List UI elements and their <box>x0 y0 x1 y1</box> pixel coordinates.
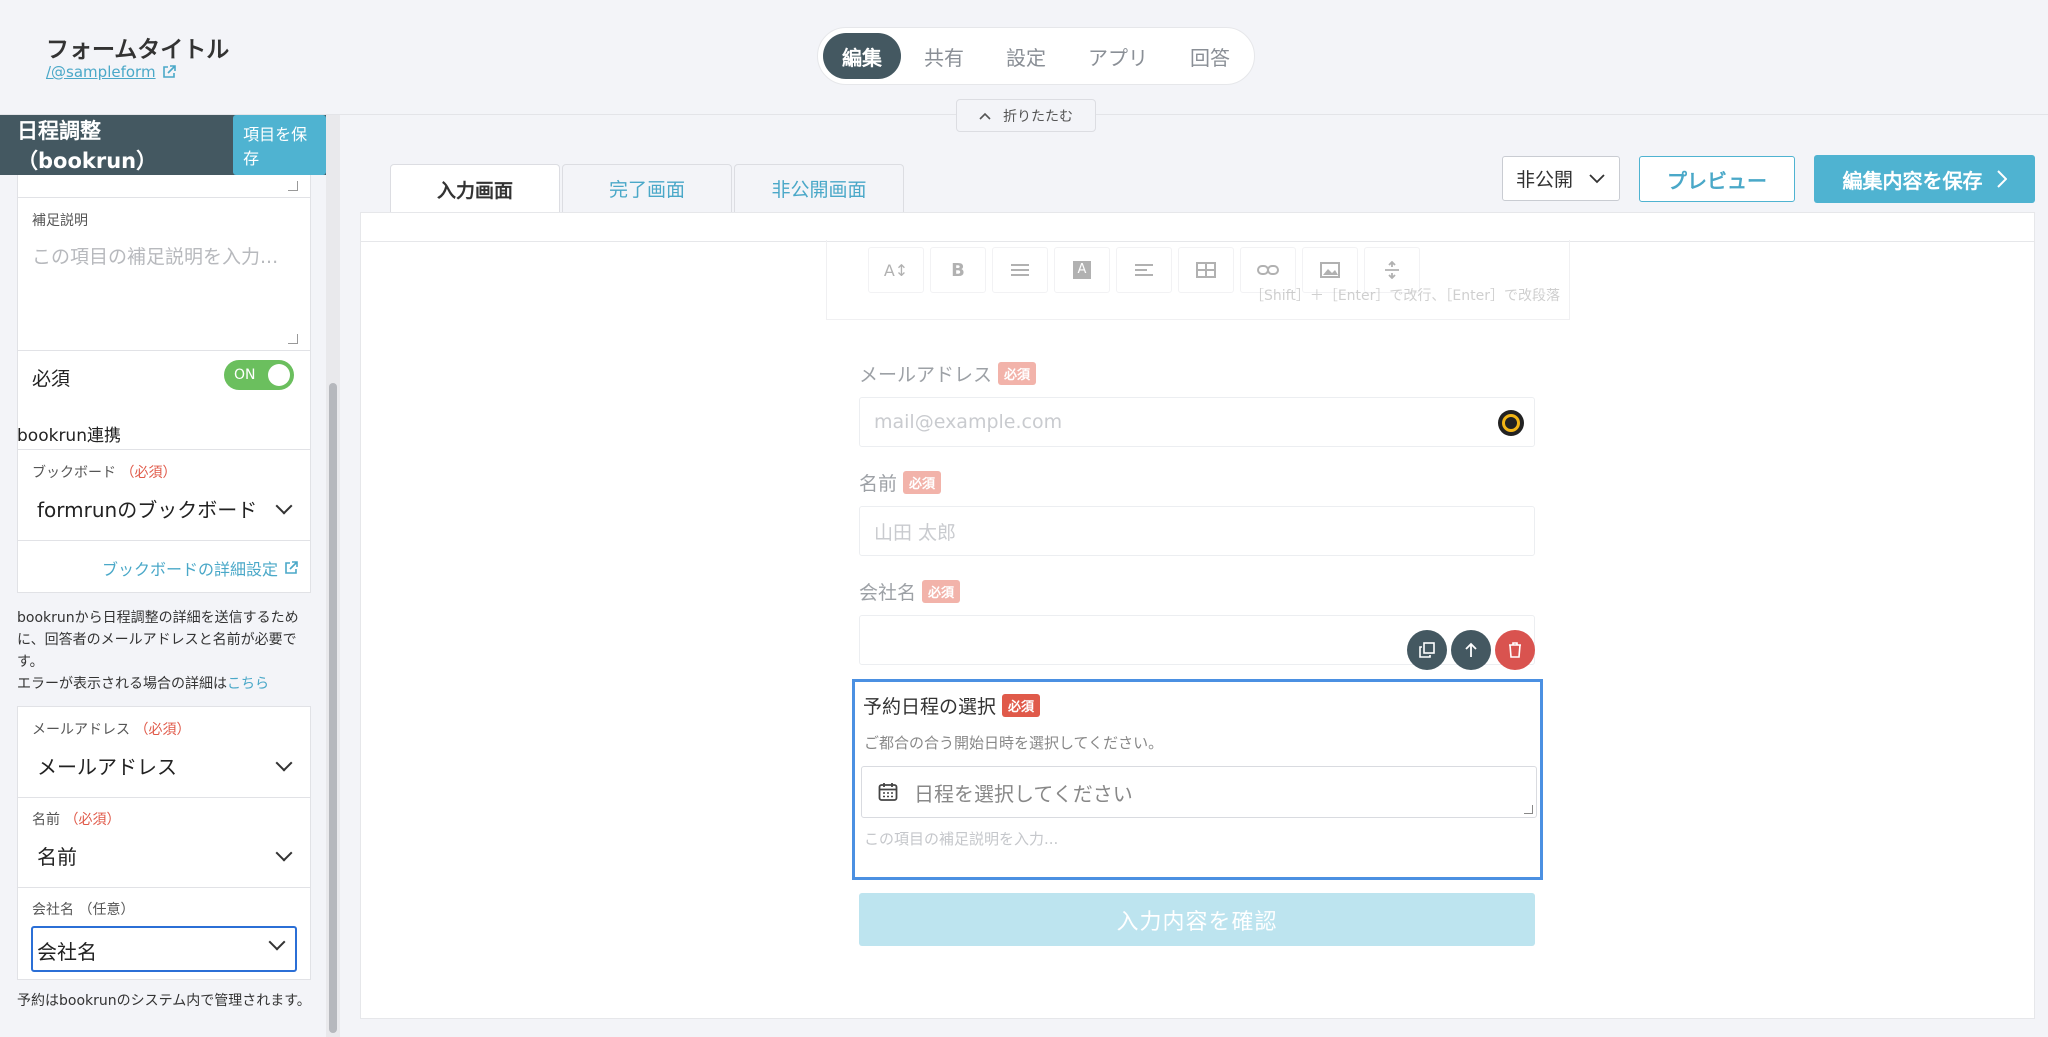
sidebar-header: 日程調整（bookrun） 項目を保存 <box>0 115 326 175</box>
bookrun-info-text: bookrunから日程調整の詳細を送信するために、回答者のメールアドレスと名前が… <box>17 610 299 670</box>
copy-icon <box>1419 642 1435 658</box>
bookboard-value: formrunのブックボード <box>37 498 258 522</box>
email-field: メールアドレス 必須 mail@example.com <box>859 360 1535 447</box>
sidebar-footer-text: 予約はbookrunのシステム内で管理されます。 <box>17 993 311 1009</box>
bookrun-section-title: bookrun連携 <box>17 426 121 446</box>
table-icon[interactable] <box>1178 247 1234 293</box>
chevron-down-icon <box>1589 173 1605 183</box>
mapping-email-label: メールアドレス （必須） <box>32 722 191 738</box>
screen-tabs: 入力画面 完了画面 非公開画面 <box>390 164 904 214</box>
field-settings-sidebar: 補足説明 この項目の補足説明を入力... 必須 ON bookrun連携 ブック… <box>0 115 340 1037</box>
mapping-name-label: 名前 （必須） <box>32 812 121 828</box>
nav-tab-apps[interactable]: アプリ <box>1069 33 1167 79</box>
tab-input-screen[interactable]: 入力画面 <box>390 164 560 214</box>
required-toggle[interactable]: ON <box>224 360 294 390</box>
form-url-link[interactable]: /@sampleform <box>46 63 176 81</box>
tab-private-screen[interactable]: 非公開画面 <box>734 164 904 212</box>
sidebar-scrollbar[interactable] <box>326 115 340 1037</box>
nav-tab-edit[interactable]: 編集 <box>823 33 901 79</box>
text-size-icon[interactable]: A↕ <box>868 247 924 293</box>
password-manager-icon[interactable] <box>1498 410 1524 436</box>
date-picker-input[interactable]: 日程を選択してください <box>861 766 1537 818</box>
name-field: 名前 必須 山田 太郎 <box>859 469 1535 556</box>
collapse-button[interactable]: 折りたたむ <box>956 99 1096 132</box>
schedule-field-hint[interactable]: この項目の補足説明を入力... <box>864 828 1058 849</box>
text-color-icon[interactable]: A <box>1054 247 1110 293</box>
arrow-up-icon <box>1465 642 1477 657</box>
external-link-icon <box>285 561 298 574</box>
bookboard-card: ブックボード （必須） formrunのブックボード ブックボードの詳細設定 <box>17 449 311 593</box>
supplement-textarea[interactable]: この項目の補足説明を入力... <box>32 242 278 269</box>
chevron-down-icon <box>275 844 293 861</box>
supplement-label: 補足説明 <box>32 213 88 229</box>
form-title: フォームタイトル <box>46 37 230 63</box>
schedule-field-description: ご都合の合う開始日時を選択してください。 <box>864 734 1164 752</box>
align-icon[interactable] <box>1116 247 1172 293</box>
trash-icon <box>1509 642 1521 658</box>
move-up-button[interactable] <box>1451 630 1491 670</box>
chevron-down-icon <box>275 754 293 771</box>
required-badge: 必須 <box>922 580 961 603</box>
save-edits-button[interactable]: 編集内容を保存 <box>1814 155 2035 203</box>
chevron-up-icon <box>979 112 991 120</box>
form-url-text[interactable]: /@sampleform <box>46 63 156 81</box>
external-link-icon <box>162 65 176 78</box>
collapse-label[interactable]: 折りたたむ <box>1003 106 1073 126</box>
toggle-state: ON <box>234 367 256 383</box>
sidebar-title: 日程調整（bookrun） <box>17 119 158 173</box>
error-help-text: エラーが表示される場合の詳細はこちら <box>17 676 269 692</box>
calendar-icon <box>878 783 898 801</box>
resize-handle-icon <box>1524 805 1533 814</box>
schedule-field[interactable]: 予約日程の選択 必須 ご都合の合う開始日時を選択してください。 日程を選択してくだ… <box>852 679 1543 880</box>
nav-tab-responses[interactable]: 回答 <box>1171 33 1249 79</box>
chevron-down-icon <box>268 933 286 951</box>
field-mapping-card: メールアドレス （必須） メールアドレス 名前 （必須） 名前 会社名 （任意）… <box>17 706 311 980</box>
email-input[interactable]: mail@example.com <box>859 397 1535 447</box>
resize-handle-icon <box>288 334 298 344</box>
chevron-down-icon <box>275 497 293 514</box>
nav-tab-share[interactable]: 共有 <box>905 33 983 79</box>
mapping-email-select[interactable]: メールアドレス <box>37 751 296 780</box>
name-input[interactable]: 山田 太郎 <box>859 506 1535 556</box>
delete-button[interactable] <box>1495 630 1535 670</box>
confirm-button[interactable]: 入力内容を確認 <box>859 893 1535 946</box>
visibility-select[interactable]: 非公開 <box>1502 156 1620 201</box>
main-nav: 編集 共有 設定 アプリ 回答 <box>817 27 1255 85</box>
schedule-field-label: 予約日程の選択 <box>863 696 997 718</box>
preview-button[interactable]: プレビュー <box>1639 156 1795 202</box>
list-icon[interactable] <box>992 247 1048 293</box>
required-badge: 必須 <box>903 471 942 494</box>
toolbar-hint: ［Shift］＋［Enter］で改行、［Enter］で改段落 <box>1250 288 1560 304</box>
label-textarea-partial[interactable] <box>17 175 311 198</box>
required-badge: 必須 <box>998 362 1037 385</box>
mapping-company-label: 会社名 （任意） <box>32 902 135 918</box>
save-item-button[interactable]: 項目を保存 <box>233 115 326 175</box>
required-label: 必須 <box>32 368 71 390</box>
resize-handle-icon <box>288 181 298 191</box>
tab-complete-screen[interactable]: 完了画面 <box>562 164 732 212</box>
mapping-company-select[interactable]: 会社名 <box>31 926 297 972</box>
mapping-name-select[interactable]: 名前 <box>37 841 296 870</box>
chevron-right-icon <box>1996 170 2007 188</box>
required-badge: 必須 <box>1002 694 1041 717</box>
bookboard-select[interactable]: formrunのブックボード <box>37 494 296 523</box>
bold-icon[interactable]: B <box>930 247 986 293</box>
sidebar-scroll-area[interactable]: 補足説明 この項目の補足説明を入力... 必須 ON bookrun連携 ブック… <box>0 115 326 1037</box>
bookboard-label: ブックボード （必須） <box>32 465 177 481</box>
bookboard-detail-link[interactable]: ブックボードの詳細設定 <box>102 556 298 580</box>
top-header: フォームタイトル /@sampleform 編集 共有 設定 アプリ 回答 <box>0 0 2048 115</box>
error-help-link[interactable]: こちら <box>227 676 269 692</box>
duplicate-button[interactable] <box>1407 630 1447 670</box>
nav-tab-settings[interactable]: 設定 <box>987 33 1065 79</box>
